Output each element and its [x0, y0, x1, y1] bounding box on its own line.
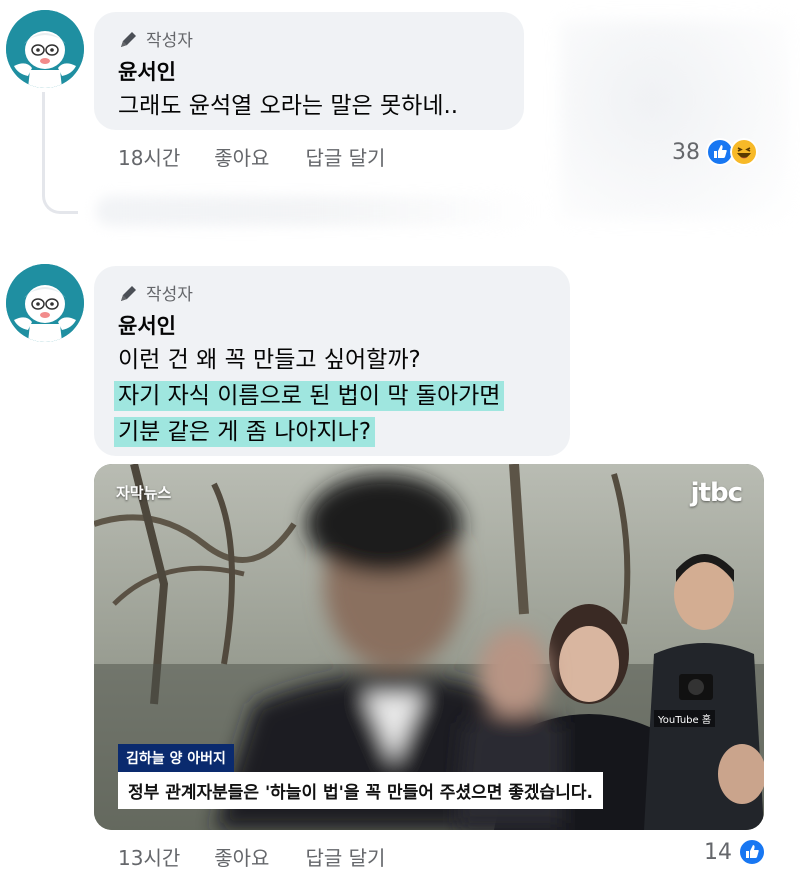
comment-text: 그래도 윤석열 오라는 말은 못하네.. — [118, 93, 459, 119]
comment-time[interactable]: 13시간 — [118, 842, 180, 871]
attached-video-thumbnail[interactable]: 자막뉴스 jtbc YouTube 홈 김하늘 양 아버지 정부 관계자분들은 … — [94, 464, 764, 830]
author-badge-label: 작성자 — [146, 31, 193, 51]
haha-icon — [730, 138, 758, 166]
blurred-reply-preview — [96, 196, 536, 226]
reply-button[interactable]: 답글 달기 — [305, 842, 385, 871]
reply-button[interactable]: 답글 달기 — [305, 142, 385, 171]
subtitle-caption: 정부 관계자분들은 '하늘이 법'을 꼭 만들어 주셨으면 좋겠습니다. — [118, 772, 603, 809]
comment-actions: 13시간 좋아요 답글 달기 — [118, 842, 385, 871]
youtube-watermark: YouTube 홈 — [654, 710, 716, 727]
news-channel-tag: 자막뉴스 — [116, 484, 172, 502]
reaction-count: 38 — [672, 139, 700, 165]
cartoon-avatar-icon — [6, 264, 84, 342]
reaction-summary[interactable]: 14 — [704, 838, 766, 866]
comment-text-line-highlighted: 기분 같은 게 좀 나아지나? — [114, 412, 376, 447]
author-badge: 작성자 — [118, 280, 193, 305]
comment-time[interactable]: 18시간 — [118, 142, 180, 171]
pen-icon — [121, 285, 136, 301]
comment-actions: 18시간 좋아요 답글 달기 — [118, 142, 385, 171]
reaction-summary[interactable]: 38 — [672, 138, 758, 166]
jtbc-logo: jtbc — [690, 478, 743, 508]
highlight-mark: 자기 자식 이름으로 된 법이 막 돌아가면 — [114, 381, 505, 411]
comment-text-line: 이런 건 왜 꼭 만들고 싶어할까? — [118, 347, 421, 373]
author-name[interactable]: 윤서인 — [118, 56, 176, 86]
author-badge: 작성자 — [118, 26, 193, 51]
reaction-count: 14 — [704, 839, 732, 865]
like-button[interactable]: 좋아요 — [214, 142, 269, 171]
cartoon-avatar-icon — [6, 10, 84, 88]
thread-connector-line — [42, 92, 78, 214]
pen-icon — [121, 31, 136, 47]
blurred-region — [560, 20, 790, 220]
highlight-mark: 기분 같은 게 좀 나아지나? — [114, 417, 376, 447]
like-button[interactable]: 좋아요 — [214, 842, 269, 871]
avatar[interactable] — [6, 10, 84, 88]
speaker-caption: 김하늘 양 아버지 — [118, 744, 234, 772]
like-icon — [738, 838, 766, 866]
comment-bubble: 작성자 윤서인 그래도 윤석열 오라는 말은 못하네.. — [94, 12, 524, 130]
avatar[interactable] — [6, 264, 84, 342]
author-badge-label: 작성자 — [146, 285, 193, 305]
author-name[interactable]: 윤서인 — [118, 310, 176, 340]
comment-bubble: 작성자 윤서인 이런 건 왜 꼭 만들고 싶어할까? 자기 자식 이름으로 된 … — [94, 266, 570, 456]
comment-text-line-highlighted: 자기 자식 이름으로 된 법이 막 돌아가면 — [114, 376, 505, 411]
